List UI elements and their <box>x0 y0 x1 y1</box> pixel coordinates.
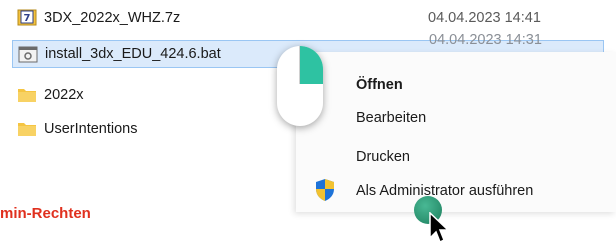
menu-item-open[interactable]: Öffnen <box>356 77 403 93</box>
button-divider <box>299 46 300 84</box>
folder-icon <box>17 86 37 103</box>
context-menu: Öffnen Bearbeiten Drucken Als Administra… <box>296 52 616 212</box>
menu-item-edit[interactable]: Bearbeiten <box>356 110 426 126</box>
menu-item-print[interactable]: Drucken <box>356 149 410 165</box>
menu-item-run-as-admin[interactable]: Als Administrator ausführen <box>356 183 533 199</box>
right-button-highlight <box>300 46 323 84</box>
file-row-folder[interactable]: UserIntentions <box>0 116 300 142</box>
archive-icon: 7 <box>17 9 37 26</box>
file-name: install_3dx_EDU_424.6.bat <box>45 46 221 62</box>
caption-text: min-Rechten <box>0 205 91 222</box>
svg-text:7: 7 <box>24 13 31 24</box>
file-name: UserIntentions <box>44 121 138 137</box>
cursor-icon <box>428 211 452 244</box>
file-name: 2022x <box>44 87 84 103</box>
folder-icon <box>17 120 37 137</box>
file-date: 04.04.2023 14:41 <box>428 10 541 26</box>
mouse-right-click-icon <box>277 46 323 126</box>
batch-file-icon <box>18 46 38 63</box>
file-row-archive[interactable]: 7 3DX_2022x_WHZ.7z 04.04.2023 14:41 <box>0 5 616 31</box>
file-row-folder[interactable]: 2022x <box>0 82 300 108</box>
file-name: 3DX_2022x_WHZ.7z <box>44 10 181 26</box>
shield-icon <box>314 178 336 202</box>
file-date: 04.04.2023 14:31 <box>429 32 542 48</box>
